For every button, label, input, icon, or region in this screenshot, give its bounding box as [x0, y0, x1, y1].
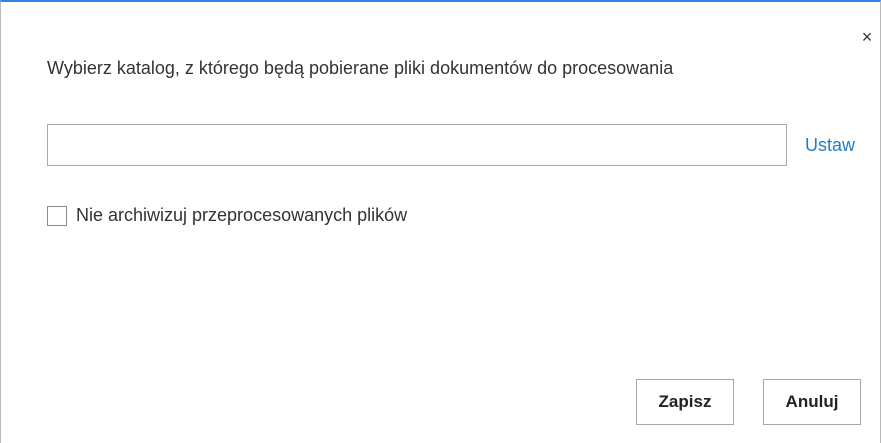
no-archive-checkbox[interactable] — [47, 205, 67, 226]
archive-option-row[interactable]: Nie archiwizuj przeprocesowanych plików — [47, 205, 407, 226]
set-folder-link[interactable]: Ustaw — [805, 135, 855, 156]
folder-path-input[interactable] — [47, 124, 787, 166]
dialog-prompt: Wybierz katalog, z którego będą pobieran… — [47, 58, 674, 78]
save-button[interactable]: Zapisz — [636, 379, 734, 425]
cancel-button[interactable]: Anuluj — [763, 379, 861, 425]
no-archive-checkbox-label: Nie archiwizuj przeprocesowanych plików — [76, 205, 408, 225]
close-icon[interactable]: × — [860, 28, 874, 46]
folder-selection-dialog: × Wybierz katalog, z którego będą pobier… — [0, 0, 881, 443]
